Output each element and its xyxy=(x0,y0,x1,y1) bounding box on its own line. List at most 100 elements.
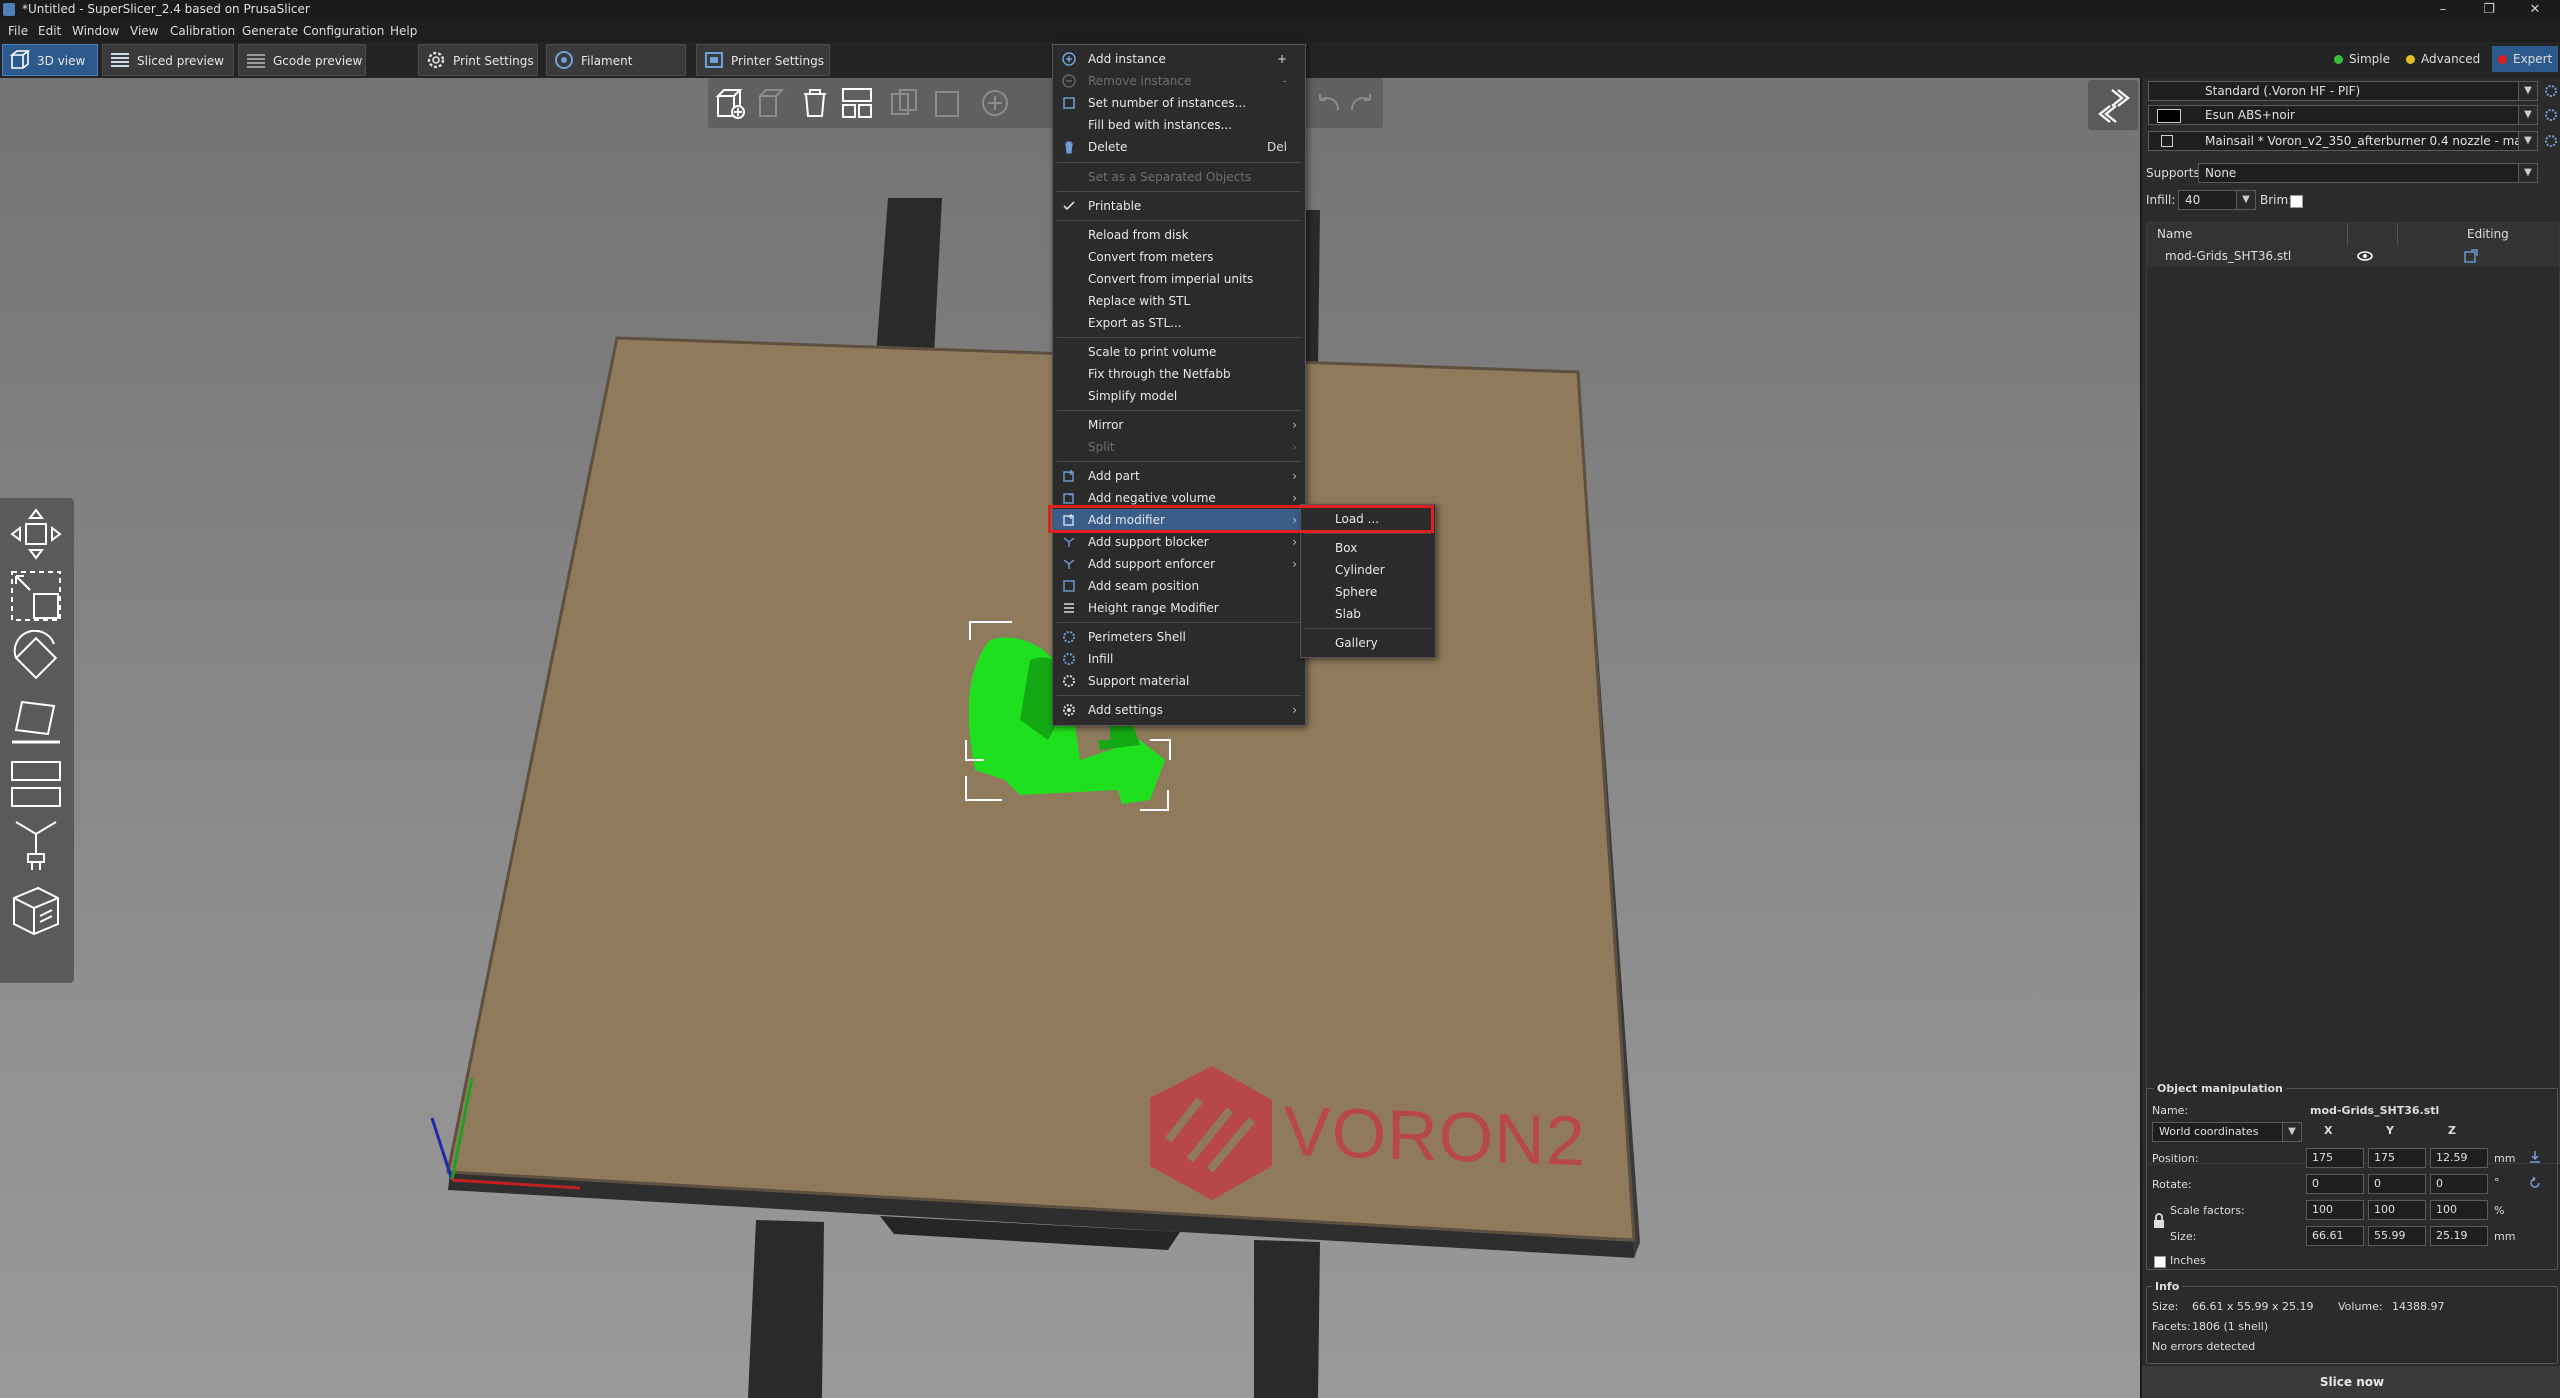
submenu-gallery[interactable]: Gallery xyxy=(1301,632,1435,654)
position-z-input[interactable]: 12.59 xyxy=(2430,1148,2488,1168)
menu-add-part[interactable]: Add part › xyxy=(1053,465,1305,487)
size-x-input[interactable]: 66.61 xyxy=(2306,1226,2364,1246)
submenu-slab[interactable]: Slab xyxy=(1301,603,1435,625)
lock-icon[interactable] xyxy=(2152,1212,2166,1230)
scale-z-input[interactable]: 100 xyxy=(2430,1200,2488,1220)
close-button[interactable]: ✕ xyxy=(2512,0,2558,20)
menu-calibration[interactable]: Calibration xyxy=(170,24,235,38)
rotate-z-input[interactable]: 0 xyxy=(2430,1174,2488,1194)
redo-icon[interactable] xyxy=(1344,86,1378,120)
print-preset-select[interactable]: Standard (.Voron HF - PIF) ▼ xyxy=(2148,81,2538,101)
infill-select[interactable]: 40 ▼ xyxy=(2178,190,2256,210)
menu-add-support-enforcer[interactable]: Add support enforcer › xyxy=(1053,553,1305,575)
size-y-input[interactable]: 55.99 xyxy=(2368,1226,2426,1246)
menu-fix-netfabb[interactable]: Fix through the Netfabb xyxy=(1053,363,1305,385)
collapse-sidebar-button[interactable] xyxy=(2088,80,2138,130)
restore-button[interactable]: ❐ xyxy=(2466,0,2512,20)
menu-add-seam-position[interactable]: Add seam position xyxy=(1053,575,1305,597)
menu-reload-from-disk[interactable]: Reload from disk xyxy=(1053,224,1305,246)
menu-add-instance[interactable]: Add instance + xyxy=(1053,48,1305,70)
submenu-box[interactable]: Box xyxy=(1301,537,1435,559)
menu-height-range-modifier[interactable]: Height range Modifier xyxy=(1053,597,1305,619)
tab-print-settings[interactable]: Print Settings xyxy=(418,44,538,76)
coordinates-select[interactable]: World coordinates ▼ xyxy=(2152,1122,2302,1142)
menu-generate[interactable]: Generate xyxy=(242,24,298,38)
eye-icon[interactable] xyxy=(2357,249,2373,263)
printer-settings-gear-icon[interactable] xyxy=(2544,134,2558,148)
menu-mirror[interactable]: Mirror › xyxy=(1053,414,1305,436)
menu-help[interactable]: Help xyxy=(390,24,417,38)
tab-sliced-preview[interactable]: Sliced preview xyxy=(102,44,234,76)
table-row[interactable]: mod-Grids_SHT36.stl xyxy=(2147,245,2559,267)
edit-settings-icon[interactable] xyxy=(2463,248,2479,264)
axis-z-label: Z xyxy=(2448,1124,2456,1137)
filament-settings-gear-icon[interactable] xyxy=(2544,108,2558,122)
position-x-input[interactable]: 175 xyxy=(2306,1148,2364,1168)
minimize-button[interactable]: – xyxy=(2420,0,2466,20)
seam-painting-icon[interactable] xyxy=(8,882,64,938)
scale-unit: % xyxy=(2494,1204,2505,1217)
menu-file[interactable]: File xyxy=(8,24,28,38)
mode-simple[interactable]: Simple xyxy=(2334,48,2390,70)
menu-simplify-model[interactable]: Simplify model xyxy=(1053,385,1305,407)
rotate-x-input[interactable]: 0 xyxy=(2306,1174,2364,1194)
place-on-face-icon[interactable] xyxy=(8,694,64,750)
menu-edit[interactable]: Edit xyxy=(38,24,61,38)
tab-gcode-preview[interactable]: Gcode preview xyxy=(238,44,366,76)
menu-replace-stl[interactable]: Replace with STL xyxy=(1053,290,1305,312)
undo-icon[interactable] xyxy=(1312,86,1346,120)
menu-view[interactable]: View xyxy=(130,24,158,38)
tab-filament-settings[interactable]: Filament Settings xyxy=(546,44,686,100)
drop-to-bed-icon[interactable] xyxy=(2528,1150,2542,1164)
submenu-cylinder[interactable]: Cylinder xyxy=(1301,559,1435,581)
filament-preset-select[interactable]: Esun ABS+noir ▼ xyxy=(2148,105,2538,125)
add-object-icon[interactable] xyxy=(714,86,748,120)
delete-all-icon[interactable] xyxy=(798,86,832,120)
menu-convert-imperial[interactable]: Convert from imperial units xyxy=(1053,268,1305,290)
scale-tool-icon[interactable] xyxy=(8,568,64,624)
column-editing[interactable]: Editing xyxy=(2467,227,2509,241)
rotate-unit: ° xyxy=(2494,1176,2500,1189)
size-z-input[interactable]: 25.19 xyxy=(2430,1226,2488,1246)
rotate-y-input[interactable]: 0 xyxy=(2368,1174,2426,1194)
paint-supports-icon[interactable] xyxy=(8,818,64,874)
menu-infill[interactable]: Infill xyxy=(1053,648,1305,670)
menu-window[interactable]: Window xyxy=(72,24,119,38)
tab-3d-view[interactable]: 3D view xyxy=(2,44,98,76)
move-tool-icon[interactable] xyxy=(8,506,64,562)
rotate-label: Rotate: xyxy=(2152,1178,2192,1191)
column-name[interactable]: Name xyxy=(2157,227,2192,241)
tab-printer-settings[interactable]: Printer Settings xyxy=(696,44,830,76)
print-settings-gear-icon[interactable] xyxy=(2544,84,2558,98)
slice-now-button[interactable]: Slice now xyxy=(2142,1366,2560,1398)
menu-convert-meters[interactable]: Convert from meters xyxy=(1053,246,1305,268)
menu-fill-bed[interactable]: Fill bed with instances... xyxy=(1053,114,1305,136)
scale-x-input[interactable]: 100 xyxy=(2306,1200,2364,1220)
menu-export-stl[interactable]: Export as STL... xyxy=(1053,312,1305,334)
menu-support-material[interactable]: Support material xyxy=(1053,670,1305,692)
menu-scale-print-volume[interactable]: Scale to print volume xyxy=(1053,341,1305,363)
submenu-sphere[interactable]: Sphere xyxy=(1301,581,1435,603)
mode-expert[interactable]: Expert xyxy=(2492,46,2559,72)
scale-y-input[interactable]: 100 xyxy=(2368,1200,2426,1220)
brim-checkbox[interactable] xyxy=(2290,195,2303,208)
mode-advanced[interactable]: Advanced xyxy=(2406,48,2480,70)
menu-set-number-instances[interactable]: Set number of instances... xyxy=(1053,92,1305,114)
object-list: Name Editing mod-Grids_SHT36.stl xyxy=(2146,222,2560,1164)
menu-add-settings[interactable]: Add settings › xyxy=(1053,699,1305,721)
menu-configuration[interactable]: Configuration xyxy=(303,24,384,38)
cut-tool-icon[interactable] xyxy=(8,756,64,812)
menu-add-support-blocker[interactable]: Add support blocker › xyxy=(1053,531,1305,553)
filament-color-swatch[interactable] xyxy=(2157,109,2181,123)
position-y-input[interactable]: 175 xyxy=(2368,1148,2426,1168)
menu-printable[interactable]: Printable xyxy=(1053,195,1305,217)
reset-rotation-icon[interactable] xyxy=(2528,1176,2542,1190)
printer-preset-select[interactable]: Mainsail * Voron_v2_350_afterburner 0.4 … xyxy=(2148,131,2538,151)
rotate-tool-icon[interactable] xyxy=(8,630,64,686)
menu-delete[interactable]: Delete Del xyxy=(1053,136,1305,158)
arrange-icon[interactable] xyxy=(840,86,874,120)
height-range-icon xyxy=(1064,603,1074,613)
menu-perimeters-shell[interactable]: Perimeters Shell xyxy=(1053,626,1305,648)
supports-select[interactable]: None ▼ xyxy=(2198,163,2538,183)
inches-checkbox[interactable] xyxy=(2154,1256,2166,1268)
